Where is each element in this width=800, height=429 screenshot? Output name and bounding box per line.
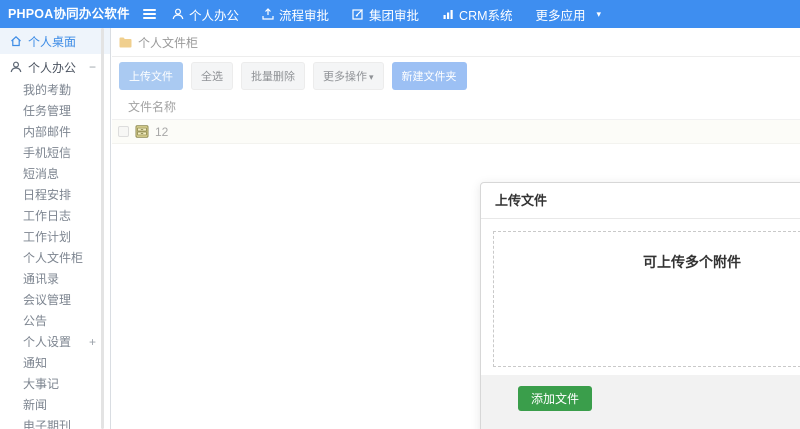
sidebar-item-label: 短消息 <box>23 167 60 181</box>
sidebar-scrollbar[interactable] <box>101 28 104 429</box>
app-window: PHPOA协同办公软件 个人办公 流程审批 集团审批 CRM系统 更多应用 ▾ … <box>0 0 800 429</box>
sidebar-item-label: 电子期刊 <box>23 419 72 429</box>
sidebar-item-desktop[interactable]: 个人桌面 <box>0 28 110 54</box>
sidebar-item-label: 通讯录 <box>23 272 60 286</box>
home-icon <box>11 35 21 47</box>
upload-file-button[interactable]: 上传文件 <box>119 61 183 90</box>
folder-icon <box>119 37 132 47</box>
sidebar: 个人桌面 个人办公 − 我的考勤 任务管理 内部邮件 手机短信 短消息 日程安排… <box>0 28 111 429</box>
sidebar-item-milestones[interactable]: 大事记 <box>0 374 110 395</box>
nav-personal-office[interactable]: 个人办公 <box>172 5 239 24</box>
nav-more-apps[interactable]: 更多应用 ▾ <box>536 5 602 24</box>
add-file-button[interactable]: 添加文件 <box>518 386 593 411</box>
sidebar-item-work-plan[interactable]: 工作计划 <box>0 227 110 248</box>
sidebar-item-schedule[interactable]: 日程安排 <box>0 185 110 206</box>
sidebar-item-announcements[interactable]: 公告 <box>0 311 110 332</box>
more-operations-button[interactable]: 更多操作 ▾ <box>313 61 384 90</box>
sidebar-item-label: 内部邮件 <box>23 125 72 139</box>
more-operations-label: 更多操作 <box>323 70 367 83</box>
modal-body: 可上传多个附件 <box>481 219 800 375</box>
sidebar-item-label: 工作计划 <box>23 230 72 244</box>
nav-label: CRM系统 <box>459 8 513 23</box>
sidebar-item-label: 大事记 <box>23 377 60 391</box>
sidebar-item-label: 新闻 <box>23 398 48 412</box>
new-folder-button[interactable]: 新建文件夹 <box>391 61 467 90</box>
dropzone-hint: 可上传多个附件 <box>643 254 741 270</box>
sidebar-item-work-log[interactable]: 工作日志 <box>0 206 110 227</box>
caret-down-icon: ▾ <box>369 71 374 82</box>
upload-dropzone[interactable]: 可上传多个附件 <box>493 231 800 367</box>
sidebar-item-label: 我的考勤 <box>23 83 72 97</box>
user-icon <box>172 8 184 20</box>
sidebar-group-label: 个人办公 <box>28 60 77 75</box>
user-icon <box>10 61 22 73</box>
sidebar-item-contacts[interactable]: 通讯录 <box>0 269 110 290</box>
nav-workflow-approval[interactable]: 流程审批 <box>262 5 329 24</box>
sidebar-item-file-cabinet[interactable]: 个人文件柜 <box>0 248 110 269</box>
collapse-minus-icon[interactable]: − <box>89 60 96 74</box>
nav-group-approval[interactable]: 集团审批 <box>352 5 419 24</box>
expand-plus-icon[interactable]: + <box>89 332 96 353</box>
bar-chart-icon <box>443 10 453 19</box>
top-bar: PHPOA协同办公软件 个人办公 流程审批 集团审批 CRM系统 更多应用 ▾ <box>0 0 800 28</box>
sidebar-item-news[interactable]: 新闻 <box>0 395 110 416</box>
sidebar-group-personal-office[interactable]: 个人办公 − <box>0 54 110 80</box>
sidebar-item-short-message[interactable]: 短消息 <box>0 164 110 185</box>
modal-title: 上传文件 <box>481 183 800 219</box>
sidebar-item-sms[interactable]: 手机短信 <box>0 143 110 164</box>
nav-label: 集团审批 <box>369 8 420 23</box>
sidebar-item-internal-mail[interactable]: 内部邮件 <box>0 122 110 143</box>
sidebar-item-label: 工作日志 <box>23 209 72 223</box>
sidebar-item-e-journal[interactable]: 电子期刊 <box>0 416 110 429</box>
sidebar-item-label: 公告 <box>23 314 48 328</box>
upload-icon <box>262 8 274 20</box>
nav-crm-system[interactable]: CRM系统 <box>442 5 513 24</box>
file-name: 12 <box>155 124 169 139</box>
sidebar-item-label: 个人文件柜 <box>23 251 84 265</box>
sidebar-item-label: 通知 <box>23 356 48 370</box>
edit-icon <box>352 9 363 20</box>
upload-modal: 上传文件 可上传多个附件 添加文件 <box>480 182 800 429</box>
sidebar-item-personal-settings[interactable]: 个人设置 + <box>0 332 110 353</box>
sidebar-item-attendance[interactable]: 我的考勤 <box>0 80 110 101</box>
modal-footer: 添加文件 <box>481 375 800 429</box>
sidebar-item-meetings[interactable]: 会议管理 <box>0 290 110 311</box>
caret-down-icon: ▾ <box>596 8 602 19</box>
top-nav: 个人办公 流程审批 集团审批 CRM系统 更多应用 ▾ <box>172 0 601 28</box>
sidebar-item-label: 会议管理 <box>23 293 72 307</box>
sidebar-item-label: 日程安排 <box>23 188 72 202</box>
nav-label: 更多应用 <box>535 8 586 23</box>
breadcrumb: 个人文件柜 <box>112 28 800 57</box>
nav-label: 个人办公 <box>189 8 240 23</box>
breadcrumb-label: 个人文件柜 <box>138 35 199 50</box>
nav-label: 流程审批 <box>279 8 330 23</box>
sidebar-item-label: 个人桌面 <box>28 34 77 49</box>
row-checkbox[interactable] <box>118 126 129 137</box>
sidebar-item-label: 任务管理 <box>23 104 72 118</box>
sidebar-item-label: 个人设置 <box>23 335 72 349</box>
file-name-column-header: 文件名称 <box>112 94 800 120</box>
toolbar: 上传文件 全选 批量删除 更多操作 ▾ 新建文件夹 <box>112 59 800 92</box>
hamburger-menu-icon[interactable] <box>143 7 157 21</box>
sidebar-item-label: 手机短信 <box>23 146 72 160</box>
select-all-button[interactable]: 全选 <box>191 61 233 90</box>
batch-delete-button[interactable]: 批量删除 <box>241 61 305 90</box>
sidebar-item-notifications[interactable]: 通知 <box>0 353 110 374</box>
cabinet-icon <box>135 125 149 138</box>
sidebar-item-tasks[interactable]: 任务管理 <box>0 101 110 122</box>
app-logo: PHPOA协同办公软件 <box>8 7 130 21</box>
file-row[interactable]: 12 <box>112 120 800 144</box>
